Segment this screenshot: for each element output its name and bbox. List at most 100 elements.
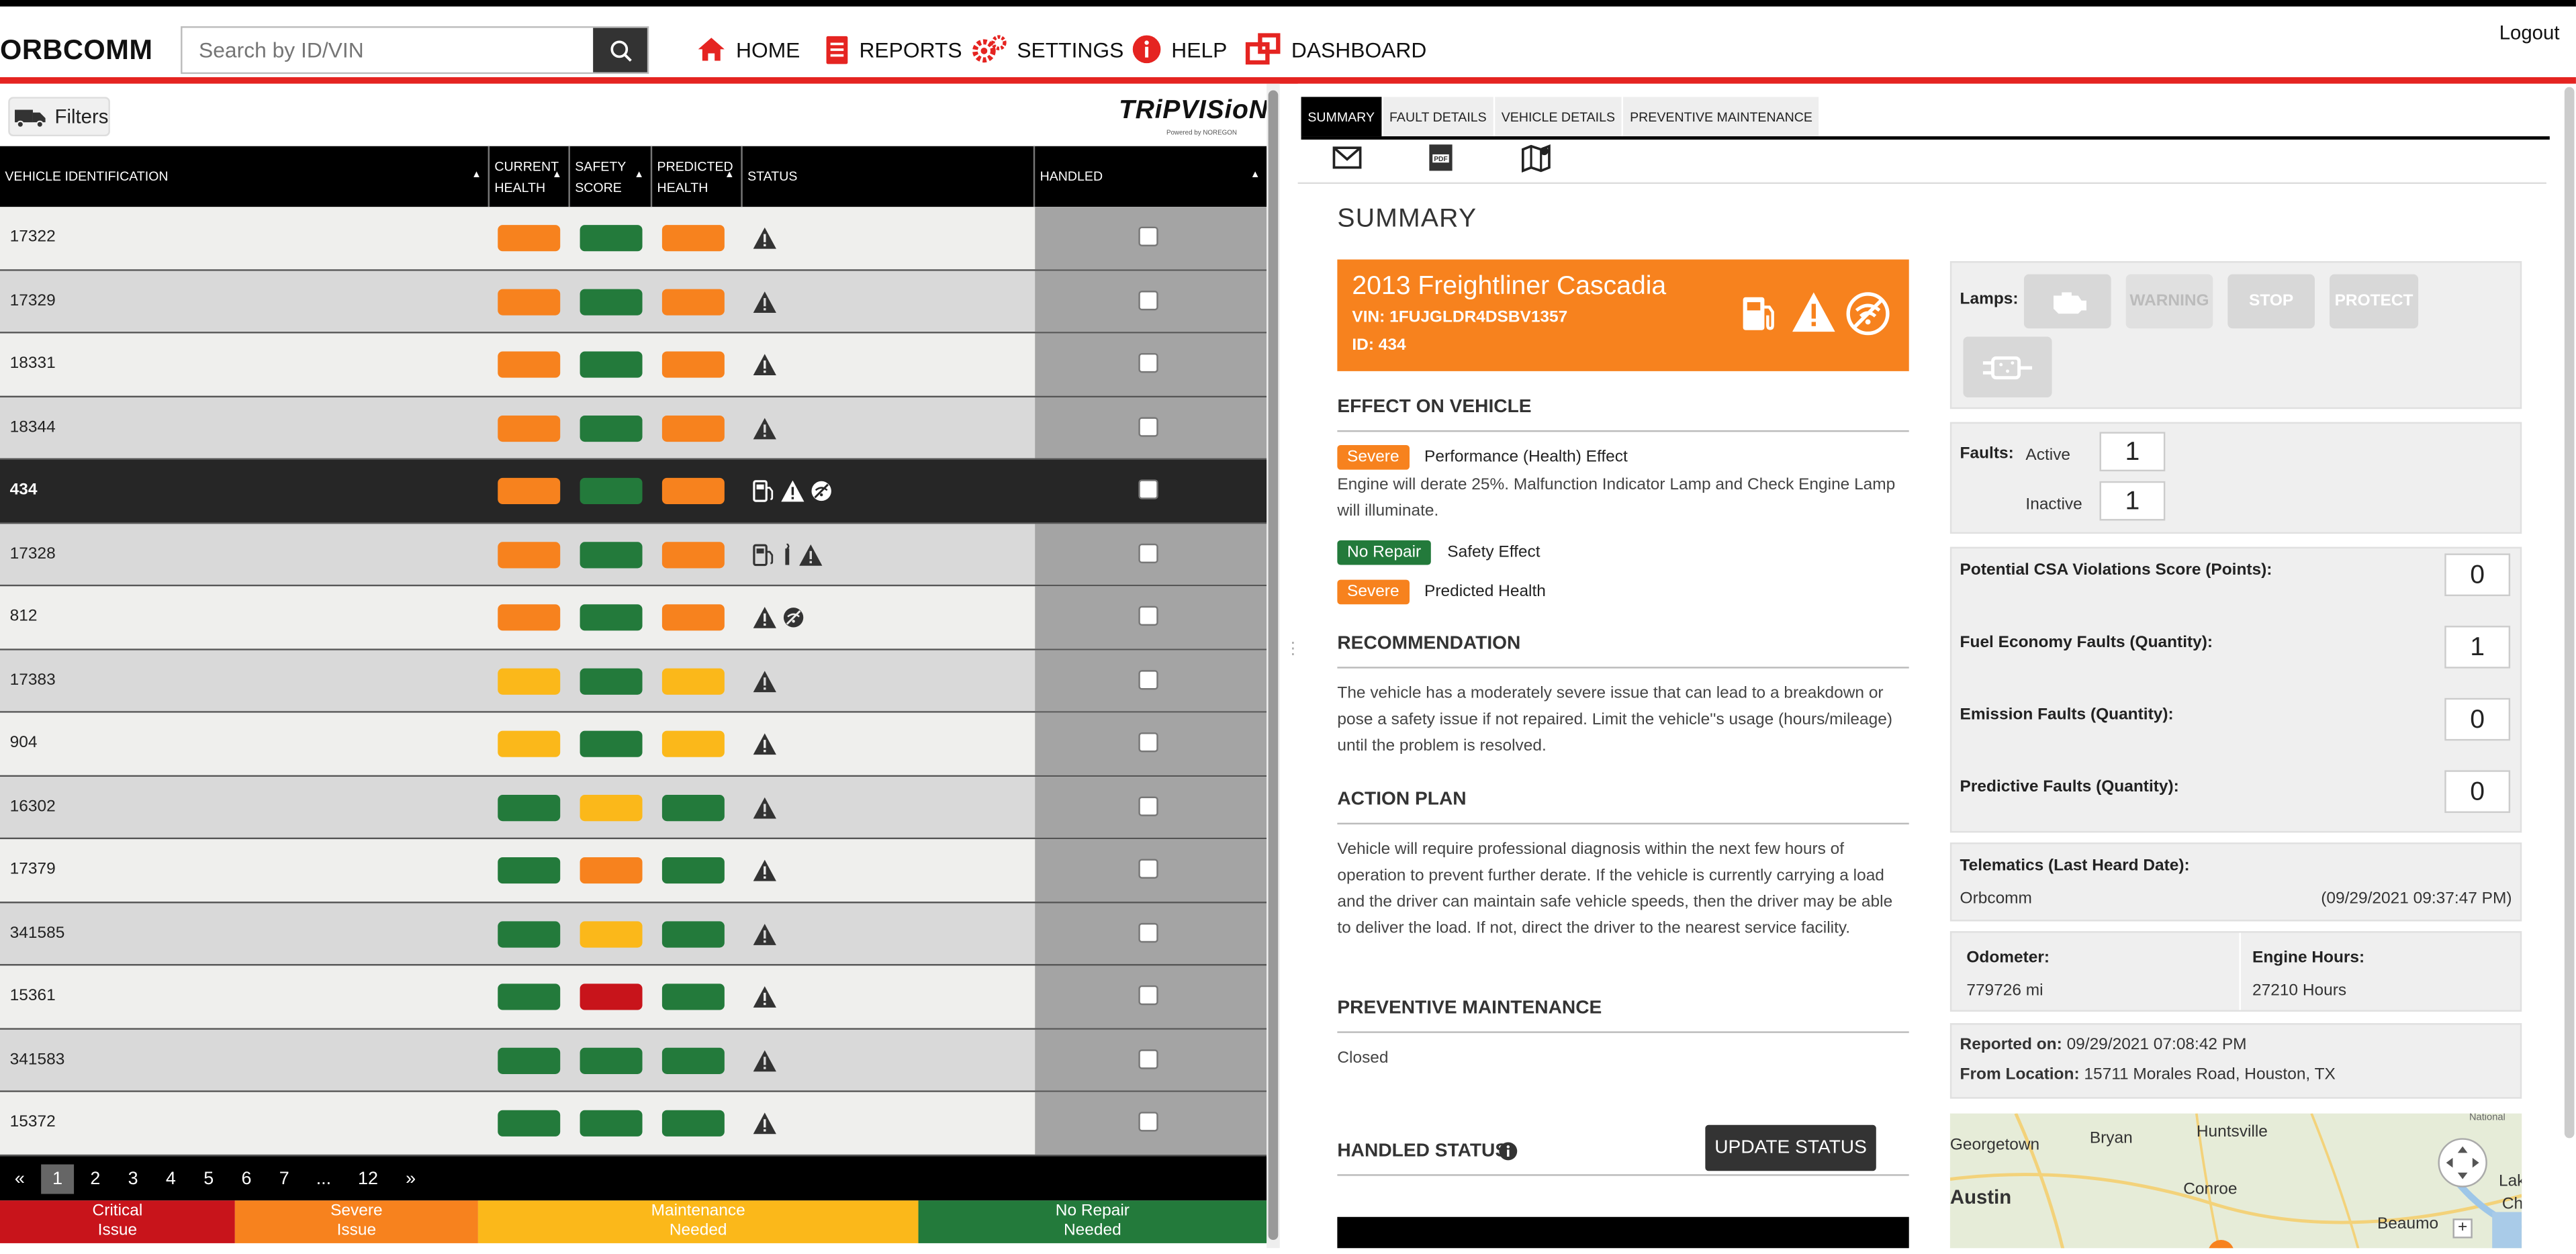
page-link[interactable]: 5	[192, 1164, 225, 1194]
panel-splitter-handle[interactable]: ⋮	[1285, 640, 1301, 680]
vehicle-id-cell[interactable]: 18331	[10, 354, 56, 373]
vehicle-id-cell[interactable]: 17383	[10, 671, 56, 689]
right-scrollbar[interactable]	[2564, 87, 2575, 1139]
sort-arrow-icon[interactable]: ▲	[1250, 166, 1260, 187]
email-icon[interactable]	[1332, 146, 1362, 169]
handled-checkbox[interactable]	[1138, 669, 1158, 689]
handled-checkbox[interactable]	[1138, 606, 1158, 626]
table-row[interactable]: 434	[0, 459, 1267, 524]
left-scrollbar[interactable]	[1267, 83, 1280, 1249]
handled-checkbox[interactable]	[1138, 226, 1158, 246]
handled-checkbox[interactable]	[1138, 416, 1158, 436]
page-link[interactable]: 1	[41, 1164, 75, 1194]
page-link[interactable]: 12	[352, 1164, 385, 1194]
tab-vehicle-details[interactable]: VEHICLE DETAILS	[1494, 97, 1622, 137]
tab-preventive-maintenance[interactable]: PREVENTIVE MAINTENANCE	[1623, 97, 1819, 137]
nav-settings-label: SETTINGS	[1017, 37, 1124, 62]
page-link[interactable]: 2	[79, 1164, 111, 1194]
vehicle-id-cell[interactable]: 17379	[10, 861, 56, 879]
page-link[interactable]: 4	[154, 1164, 187, 1194]
handled-checkbox[interactable]	[1138, 542, 1158, 563]
handled-checkbox[interactable]	[1138, 479, 1158, 499]
sort-arrow-icon[interactable]: ▲	[634, 166, 644, 187]
handled-checkbox[interactable]	[1138, 289, 1158, 310]
page-link[interactable]: «	[10, 1164, 30, 1194]
vehicle-id-cell[interactable]: 17322	[10, 228, 56, 246]
table-row[interactable]: 18344	[0, 396, 1267, 460]
col-handled[interactable]: HANDLED ▲	[1035, 146, 1267, 207]
vehicle-id-cell[interactable]: 15372	[10, 1114, 56, 1132]
table-row[interactable]: 341583	[0, 1028, 1267, 1092]
update-status-button[interactable]: UPDATE STATUS	[1705, 1124, 1876, 1171]
map-icon[interactable]	[1521, 143, 1551, 173]
pdf-icon[interactable]: PDF	[1426, 143, 1455, 173]
col-vehicle-identification[interactable]: VEHICLE IDENTIFICATION ▲	[0, 146, 490, 207]
table-row[interactable]: 17329	[0, 270, 1267, 334]
nav-help[interactable]: HELP	[1132, 26, 1227, 72]
nav-dashboard[interactable]: DASHBOARD	[1245, 26, 1426, 72]
vehicle-id-cell[interactable]: 904	[10, 734, 38, 753]
logout-link[interactable]: Logout	[2499, 21, 2560, 44]
table-row[interactable]: 341585	[0, 902, 1267, 966]
vehicle-id-cell[interactable]: 434	[10, 481, 38, 499]
table-row[interactable]: 15361	[0, 965, 1267, 1029]
sort-arrow-icon[interactable]: ▲	[471, 166, 481, 187]
page-link[interactable]: 3	[117, 1164, 150, 1194]
table-row[interactable]: 16302	[0, 775, 1267, 840]
nav-settings[interactable]: SETTINGS	[971, 26, 1124, 72]
search-input[interactable]	[182, 28, 597, 73]
nav-home[interactable]: HOME	[696, 26, 800, 72]
map-zoom-in-button[interactable]: +	[2452, 1218, 2473, 1239]
table-row[interactable]: 904	[0, 712, 1267, 776]
vehicle-id-cell[interactable]: 812	[10, 608, 38, 626]
safety-health-indicator	[580, 414, 643, 441]
tab-fault-details[interactable]: FAULT DETAILS	[1383, 97, 1493, 137]
vehicle-id-cell[interactable]: 341585	[10, 924, 65, 942]
handled-checkbox[interactable]	[1138, 922, 1158, 943]
table-row[interactable]: 17379	[0, 839, 1267, 903]
search-button[interactable]	[593, 28, 647, 73]
handled-cell	[1035, 207, 1267, 269]
handled-checkbox[interactable]	[1138, 1049, 1158, 1069]
vehicle-id-cell[interactable]: 17329	[10, 291, 56, 309]
table-row[interactable]: 17383	[0, 649, 1267, 713]
vehicle-id-cell[interactable]: 341583	[10, 1050, 65, 1068]
table-row[interactable]: 17322	[0, 207, 1267, 271]
col-current-health[interactable]: CURRENT HEALTH ▲	[490, 146, 570, 207]
page-link[interactable]: 6	[230, 1164, 263, 1194]
handled-checkbox[interactable]	[1138, 732, 1158, 753]
page-link[interactable]: ...	[306, 1164, 342, 1194]
location-map[interactable]: Georgetown Bryan Huntsville Austin Conro…	[1949, 1113, 2522, 1249]
page-link[interactable]: 7	[268, 1164, 301, 1194]
col-safety-score[interactable]: SAFETY SCORE ▲	[570, 146, 653, 207]
handled-checkbox[interactable]	[1138, 795, 1158, 816]
handled-checkbox[interactable]	[1138, 352, 1158, 373]
divider	[1337, 1031, 1909, 1033]
page-link[interactable]: »	[401, 1164, 420, 1194]
vehicle-id-cell[interactable]: 17328	[10, 544, 56, 563]
vehicle-id-cell[interactable]: 18344	[10, 418, 56, 436]
tab-summary[interactable]: SUMMARY	[1301, 97, 1381, 137]
nav-reports[interactable]: REPORTS	[825, 26, 962, 72]
table-row[interactable]: 812	[0, 586, 1267, 650]
handled-checkbox[interactable]	[1138, 1112, 1158, 1132]
info-icon[interactable]	[1498, 1141, 1518, 1161]
scrollbar-thumb[interactable]	[1268, 90, 1279, 1241]
map-pan-control[interactable]	[2438, 1138, 2487, 1188]
table-row[interactable]: 17328	[0, 523, 1267, 587]
app-window: ORBCOMM HOME REPORTS SETTINGS HELP DASHB…	[0, 0, 2576, 1249]
engine-icon	[2052, 291, 2086, 314]
vehicle-id-cell[interactable]: 16302	[10, 798, 56, 816]
orbcomm-logo[interactable]: ORBCOMM	[0, 34, 153, 67]
sort-arrow-icon[interactable]: ▲	[552, 166, 562, 187]
handled-checkbox[interactable]	[1138, 859, 1158, 879]
table-row[interactable]: 15372	[0, 1092, 1267, 1156]
table-row[interactable]: 18331	[0, 333, 1267, 397]
safety-health-indicator	[580, 477, 643, 505]
handled-checkbox[interactable]	[1138, 985, 1158, 1006]
sort-arrow-icon[interactable]: ▲	[725, 166, 735, 187]
vehicle-id-cell[interactable]: 15361	[10, 987, 56, 1005]
col-predicted-health[interactable]: PREDICTED HEALTH ▲	[652, 146, 743, 207]
filters-button[interactable]: Filters	[8, 97, 110, 137]
legend-text: Severe Issue	[330, 1202, 383, 1242]
